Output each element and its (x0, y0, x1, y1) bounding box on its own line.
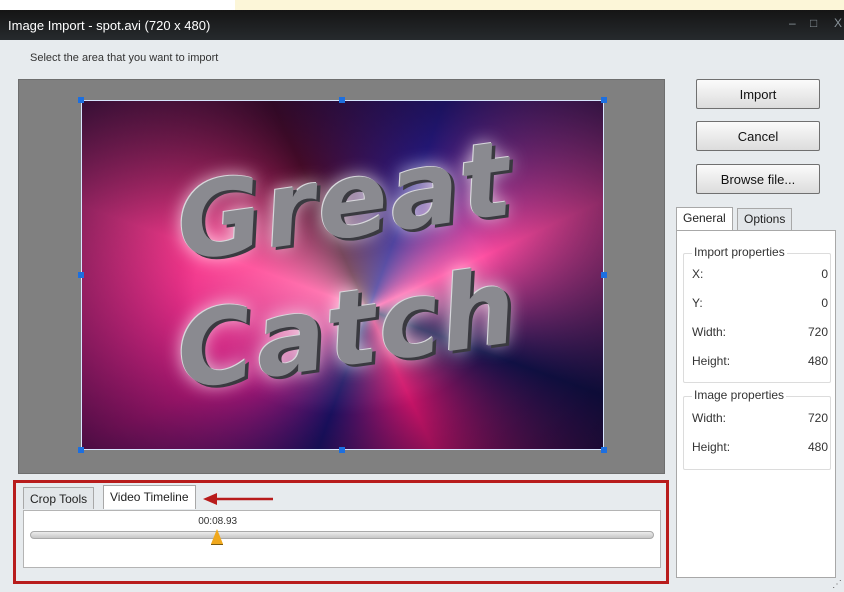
crop-handle-top-left[interactable] (78, 97, 84, 103)
image-properties-group: Image properties Width: 720 Height: 480 (683, 388, 831, 470)
image-width-row: Width: 720 (692, 411, 828, 427)
close-button[interactable]: X (834, 16, 842, 30)
import-properties-group: Import properties X: 0 Y: 0 Width: 720 H… (683, 245, 831, 383)
import-x-value: 0 (821, 267, 828, 281)
browse-file-button[interactable]: Browse file... (696, 164, 820, 194)
crop-handle-bottom[interactable] (339, 447, 345, 453)
minimize-button[interactable]: – (789, 16, 796, 30)
maximize-button[interactable]: □ (810, 16, 817, 30)
timeline-thumb[interactable] (211, 529, 224, 545)
image-width-label: Width: (692, 411, 727, 425)
timeline-time-label: 00:08.93 (198, 516, 238, 527)
cancel-button[interactable]: Cancel (696, 121, 820, 151)
tab-crop-tools[interactable]: Crop Tools (23, 487, 95, 509)
import-button[interactable]: Import (696, 79, 820, 109)
import-height-value: 480 (807, 354, 828, 368)
crop-handle-top[interactable] (339, 97, 345, 103)
image-height-value: 480 (807, 440, 828, 454)
resize-grip-icon[interactable]: ⋰ (832, 579, 842, 590)
crop-selection-box[interactable] (81, 100, 604, 450)
import-height-row: Height: 480 (692, 354, 828, 370)
import-width-label: Width: (692, 325, 727, 339)
window-title: Image Import - spot.avi (720 x 480) (8, 18, 211, 33)
image-height-label: Height: (692, 440, 731, 454)
video-timeline-panel: 00:08.93 (23, 510, 661, 568)
import-x-row: X: 0 (692, 267, 828, 283)
timeline-track[interactable] (30, 531, 654, 539)
tab-video-timeline[interactable]: Video Timeline (103, 485, 196, 509)
import-y-row: Y: 0 (692, 296, 828, 312)
crop-handle-right[interactable] (601, 272, 607, 278)
import-height-label: Height: (692, 354, 731, 368)
crop-handle-bottom-left[interactable] (78, 447, 84, 453)
image-import-dialog: Image Import - spot.avi (720 x 480) – □ … (0, 10, 844, 592)
import-properties-title: Import properties (692, 245, 787, 259)
bottom-tools-panel: Crop Tools Video Timeline 00:08.93 (13, 480, 669, 584)
import-y-label: Y: (692, 296, 703, 310)
tab-general[interactable]: General (676, 207, 733, 231)
import-width-value: 720 (807, 325, 828, 339)
properties-panel: Import properties X: 0 Y: 0 Width: 720 H… (676, 230, 836, 578)
import-width-row: Width: 720 (692, 325, 828, 341)
title-bar: Image Import - spot.avi (720 x 480) – □ … (0, 10, 844, 40)
annotation-arrow-icon (203, 493, 273, 505)
image-height-row: Height: 480 (692, 440, 828, 456)
import-x-label: X: (692, 267, 704, 281)
tab-options[interactable]: Options (737, 208, 793, 230)
image-width-value: 720 (807, 411, 828, 425)
crop-handle-left[interactable] (78, 272, 84, 278)
image-properties-title: Image properties (692, 388, 787, 402)
image-preview-area: Great Catch (18, 79, 665, 474)
instruction-text: Select the area that you want to import (30, 52, 219, 64)
crop-handle-top-right[interactable] (601, 97, 607, 103)
import-y-value: 0 (821, 296, 828, 310)
crop-handle-bottom-right[interactable] (601, 447, 607, 453)
